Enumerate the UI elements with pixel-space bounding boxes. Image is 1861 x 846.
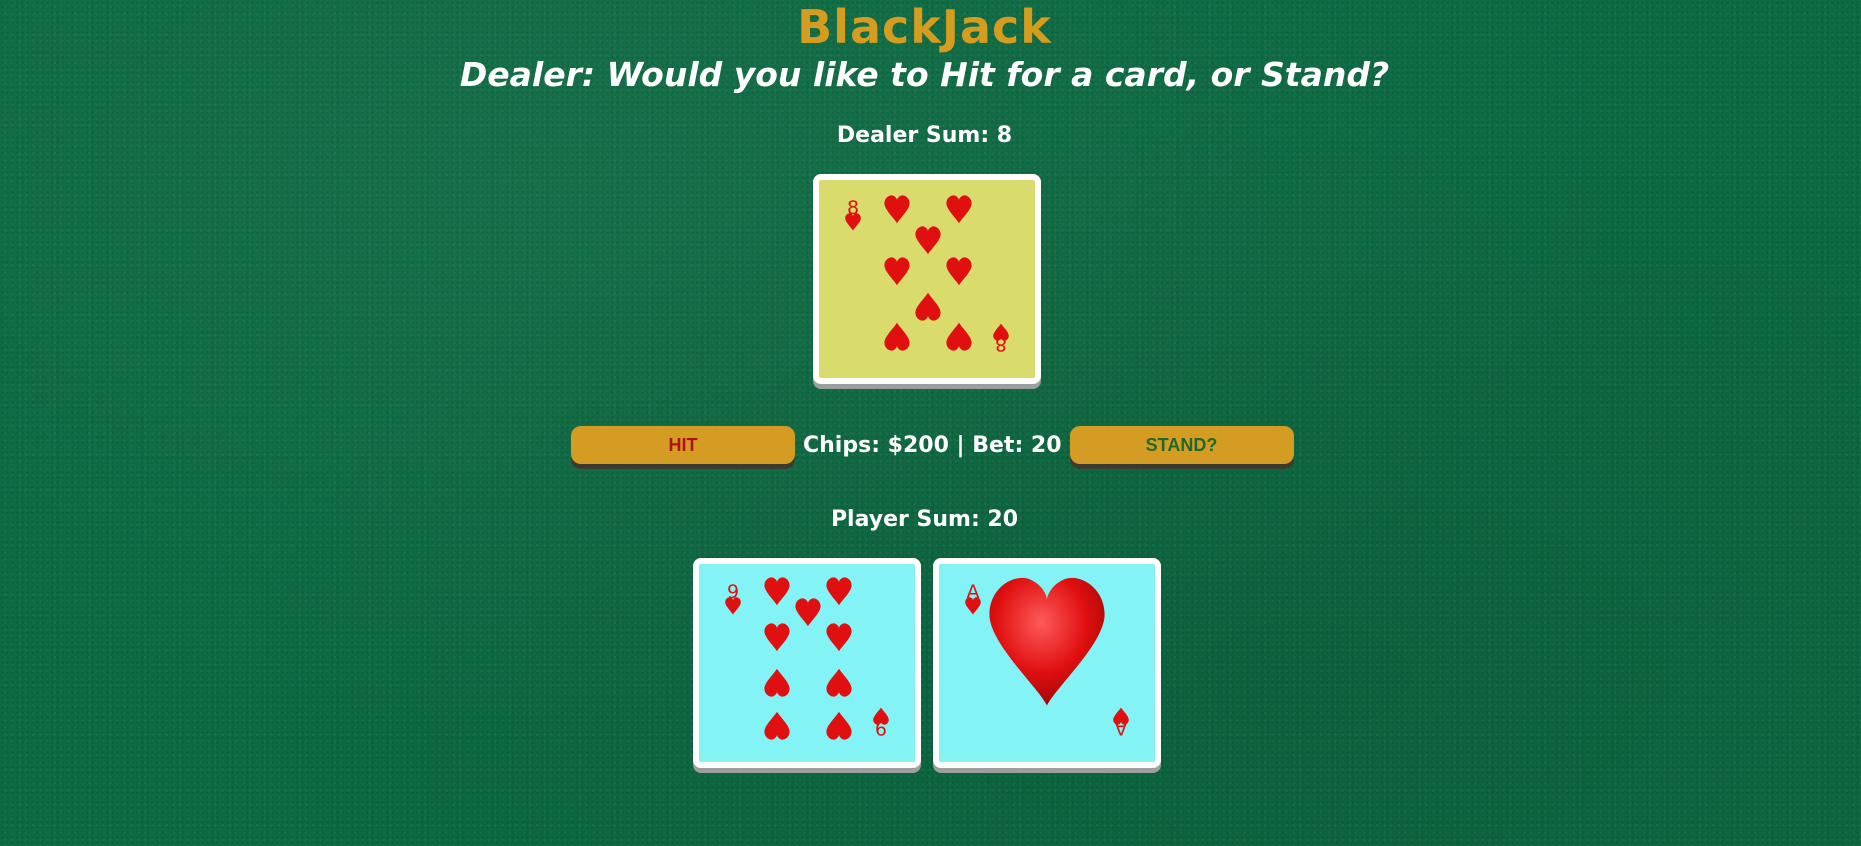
- eight-of-hearts-face: 8 8: [845, 195, 1009, 355]
- hit-button[interactable]: HIT: [571, 426, 795, 464]
- nine-of-hearts-face: 9 9: [725, 577, 889, 740]
- game-title: BlackJack: [797, 0, 1052, 54]
- dealer-card-8-hearts: 8 8: [813, 174, 1041, 384]
- ace-heart-icon: [989, 577, 1105, 706]
- action-bar: HIT Chips: $200 | Bet: 20 STAND?: [571, 425, 1294, 465]
- chips-and-bet: Chips: $200 | Bet: 20: [803, 432, 1062, 458]
- dealer-sum: Dealer Sum: 8: [836, 123, 1013, 148]
- stand-button[interactable]: STAND?: [1069, 426, 1294, 464]
- card-rank-bottom: 9: [875, 717, 887, 739]
- card-rank-bottom: 8: [995, 333, 1007, 355]
- player-card-9-hearts: 9 9: [693, 558, 921, 768]
- dealer-message: Dealer: Would you like to Hit for a card…: [459, 55, 1390, 94]
- card-rank-bottom: A: [1115, 717, 1128, 739]
- player-sum: Player Sum: 20: [830, 507, 1019, 532]
- ace-of-hearts-face: A A: [965, 577, 1129, 739]
- player-card-ace-hearts: A A: [933, 558, 1161, 768]
